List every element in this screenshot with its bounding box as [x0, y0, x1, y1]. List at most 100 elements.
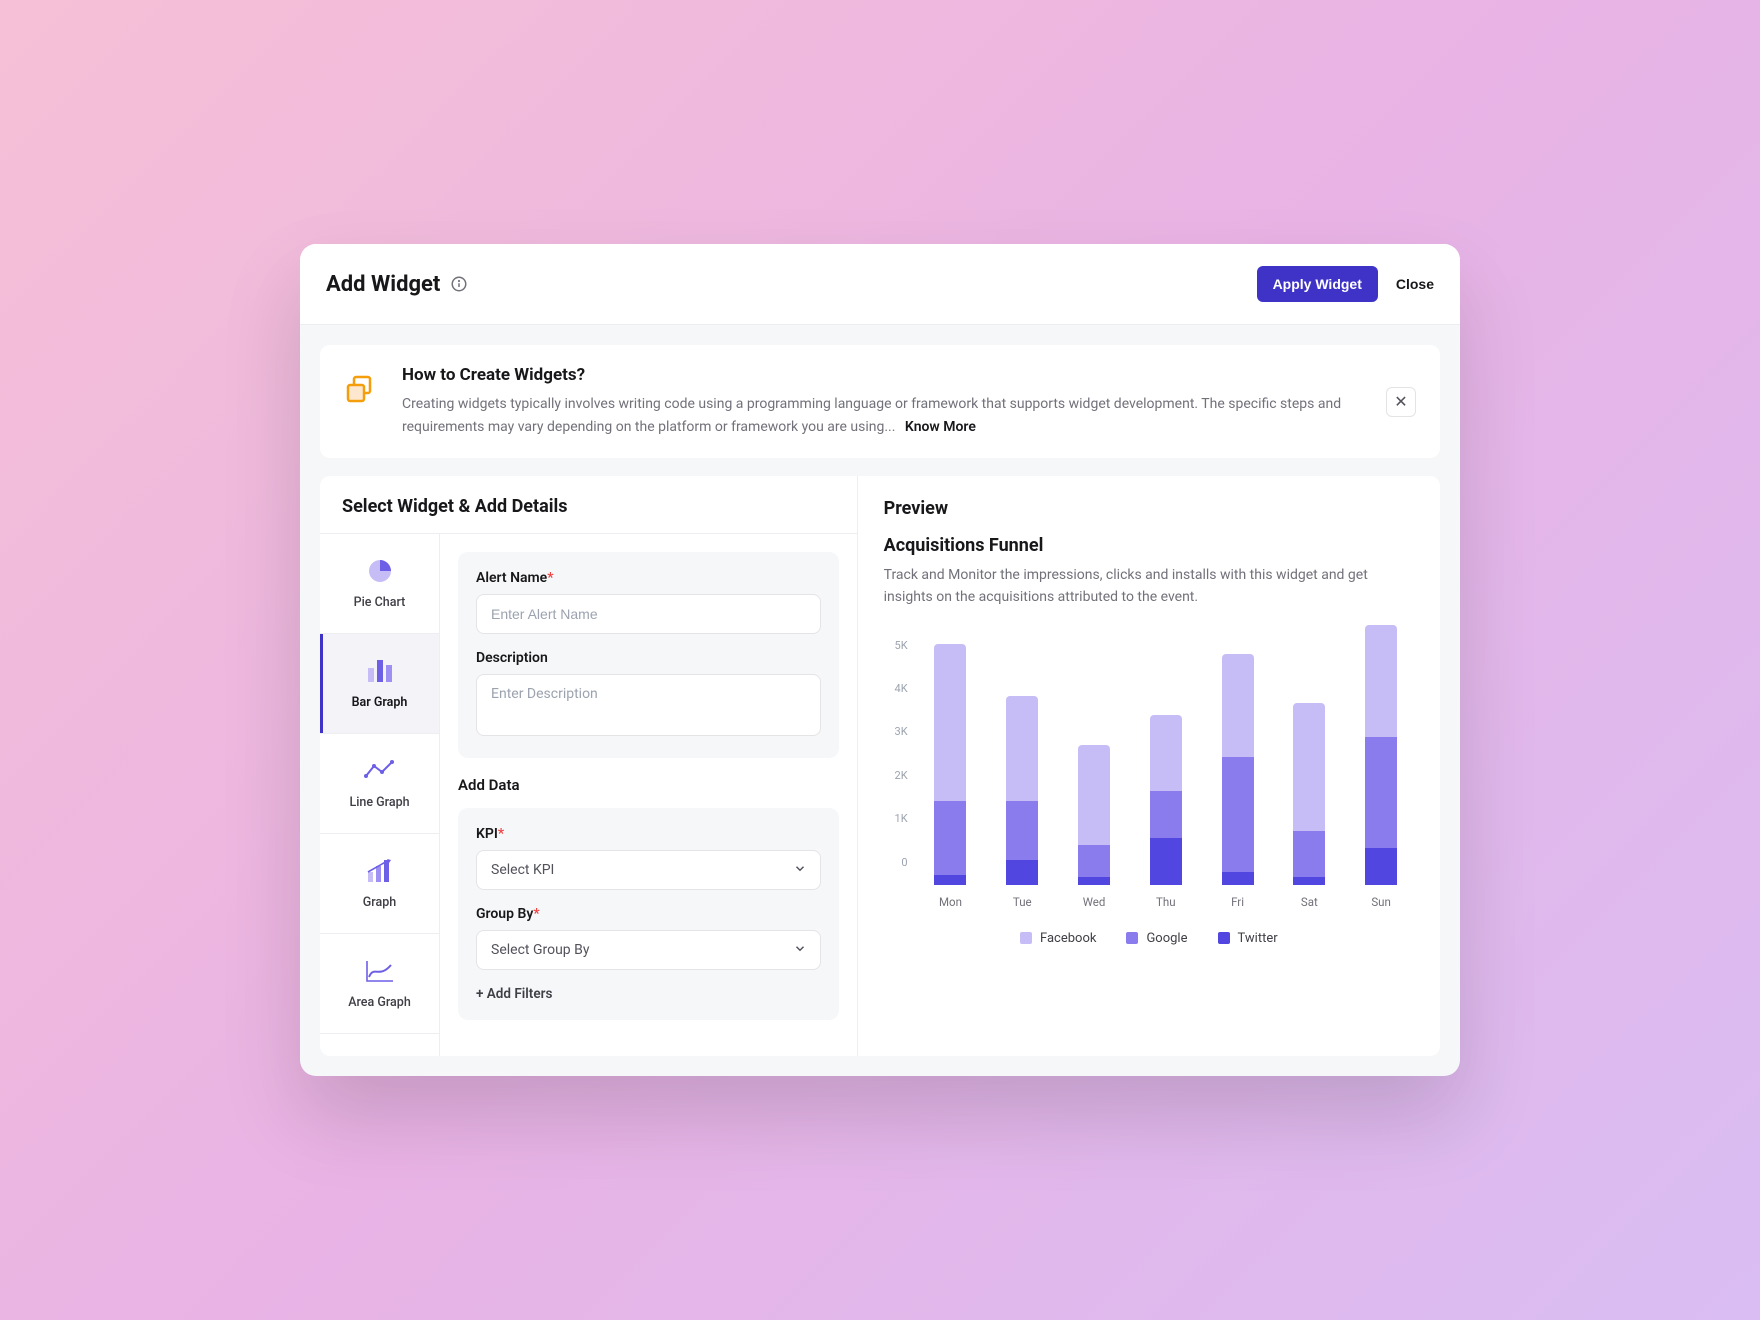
bar-segment-fb	[1078, 745, 1110, 846]
bar-segment-go	[1006, 801, 1038, 860]
bar-segment-tw	[1222, 872, 1254, 884]
details-panel: Select Widget & Add Details Pie Chart	[320, 476, 858, 1056]
area-graph-icon	[364, 957, 396, 985]
bar-segment-tw	[1150, 838, 1182, 885]
bar-segment-fb	[1150, 715, 1182, 791]
bar-stack	[1078, 745, 1110, 885]
y-tick: 0	[884, 856, 908, 869]
bar-segment-tw	[1078, 877, 1110, 884]
add-widget-modal: Add Widget Apply Widget Close How to Cre…	[300, 244, 1460, 1076]
bar-label: Fri	[1231, 895, 1244, 909]
widget-hint-icon	[344, 371, 380, 411]
bar-column: Wed	[1067, 745, 1121, 909]
bar-label: Sat	[1301, 895, 1318, 909]
widget-type-label: Area Graph	[348, 995, 411, 1010]
y-tick: 1K	[884, 812, 908, 825]
widget-type-label: Line Graph	[349, 795, 409, 810]
y-tick: 2K	[884, 769, 908, 782]
preview-heading: Preview	[884, 498, 1414, 535]
chart-legend: Facebook Google Twitter	[884, 931, 1414, 946]
close-button[interactable]: Close	[1396, 276, 1434, 292]
widget-type-label: Pie Chart	[354, 595, 406, 610]
help-body: Creating widgets typically involves writ…	[402, 393, 1364, 438]
bar-graph-icon	[364, 657, 396, 685]
chart-title: Acquisitions Funnel	[884, 535, 1414, 556]
bar-stack	[1222, 654, 1254, 885]
bar-label: Mon	[939, 895, 962, 909]
add-data-card: KPI* Select KPI	[458, 808, 839, 1020]
details-heading: Select Widget & Add Details	[320, 476, 857, 534]
widget-type-area-graph[interactable]: Area Graph	[320, 934, 439, 1034]
bar-segment-fb	[1006, 696, 1038, 802]
help-title: How to Create Widgets?	[402, 365, 1364, 385]
bar-stack	[1365, 625, 1397, 885]
pie-chart-icon	[364, 557, 396, 585]
chart: 5K 4K 3K 2K 1K 0 Mon Tue Wed Thu Fri Sat Sun	[884, 639, 1414, 909]
modal-title: Add Widget	[326, 272, 440, 297]
bar-stack	[1293, 703, 1325, 885]
kpi-select[interactable]: Select KPI	[476, 850, 821, 890]
chart-y-axis: 5K 4K 3K 2K 1K 0	[884, 639, 908, 869]
legend-swatch-icon	[1218, 932, 1230, 944]
legend-facebook: Facebook	[1020, 931, 1096, 946]
bar-segment-fb	[1293, 703, 1325, 831]
legend-swatch-icon	[1020, 932, 1032, 944]
y-tick: 5K	[884, 639, 908, 652]
bar-segment-go	[1293, 831, 1325, 878]
bar-segment-go	[1150, 791, 1182, 838]
bar-segment-fb	[934, 644, 966, 801]
y-tick: 3K	[884, 725, 908, 738]
add-data-heading: Add Data	[458, 776, 839, 794]
bar-column: Mon	[924, 644, 978, 909]
widget-type-label: Graph	[363, 895, 396, 910]
bar-segment-tw	[1365, 848, 1397, 885]
close-icon: ✕	[1394, 392, 1407, 412]
bar-segment-tw	[1006, 860, 1038, 885]
alert-name-label: Alert Name*	[476, 570, 821, 586]
widget-type-bar-graph[interactable]: Bar Graph	[320, 634, 439, 734]
groupby-select[interactable]: Select Group By	[476, 930, 821, 970]
widget-type-line-graph[interactable]: Line Graph	[320, 734, 439, 834]
bar-column: Sat	[1282, 703, 1336, 909]
bar-segment-go	[1222, 757, 1254, 872]
legend-twitter: Twitter	[1218, 931, 1278, 946]
bar-segment-go	[934, 801, 966, 875]
bar-segment-tw	[1293, 877, 1325, 884]
add-filters-button[interactable]: + Add Filters	[476, 986, 821, 1002]
widget-type-label: Bar Graph	[352, 695, 408, 710]
groupby-label: Group By*	[476, 906, 821, 922]
bar-label: Sun	[1371, 895, 1391, 909]
apply-widget-button[interactable]: Apply Widget	[1257, 266, 1378, 302]
bar-segment-go	[1078, 845, 1110, 877]
y-tick: 4K	[884, 682, 908, 695]
legend-swatch-icon	[1126, 932, 1138, 944]
know-more-link[interactable]: Know More	[905, 419, 976, 435]
bar-label: Wed	[1083, 895, 1106, 909]
bar-label: Tue	[1013, 895, 1032, 909]
bar-column: Tue	[995, 696, 1049, 909]
widget-type-graph[interactable]: Graph	[320, 834, 439, 934]
alert-name-input[interactable]	[476, 594, 821, 634]
bar-label: Thu	[1156, 895, 1176, 909]
kpi-label: KPI*	[476, 826, 821, 842]
preview-panel: Preview Acquisitions Funnel Track and Mo…	[858, 476, 1440, 1056]
info-icon[interactable]	[450, 275, 468, 293]
bar-segment-fb	[1365, 625, 1397, 738]
bar-segment-go	[1365, 737, 1397, 847]
bar-stack	[1150, 715, 1182, 884]
legend-google: Google	[1126, 931, 1187, 946]
chart-description: Track and Monitor the impressions, click…	[884, 564, 1414, 609]
description-label: Description	[476, 650, 821, 666]
description-input[interactable]	[476, 674, 821, 736]
bar-segment-fb	[1222, 654, 1254, 757]
bar-column: Thu	[1139, 715, 1193, 908]
widget-type-list: Pie Chart Bar Graph	[320, 534, 440, 1056]
widget-type-pie-chart[interactable]: Pie Chart	[320, 534, 439, 634]
line-graph-icon	[364, 757, 396, 785]
form-area: Alert Name* Description Add Data	[440, 534, 857, 1056]
modal-header: Add Widget Apply Widget Close	[300, 244, 1460, 325]
dismiss-help-button[interactable]: ✕	[1386, 387, 1416, 417]
bar-stack	[1006, 696, 1038, 885]
help-banner: How to Create Widgets? Creating widgets …	[320, 345, 1440, 458]
bar-segment-tw	[934, 875, 966, 885]
